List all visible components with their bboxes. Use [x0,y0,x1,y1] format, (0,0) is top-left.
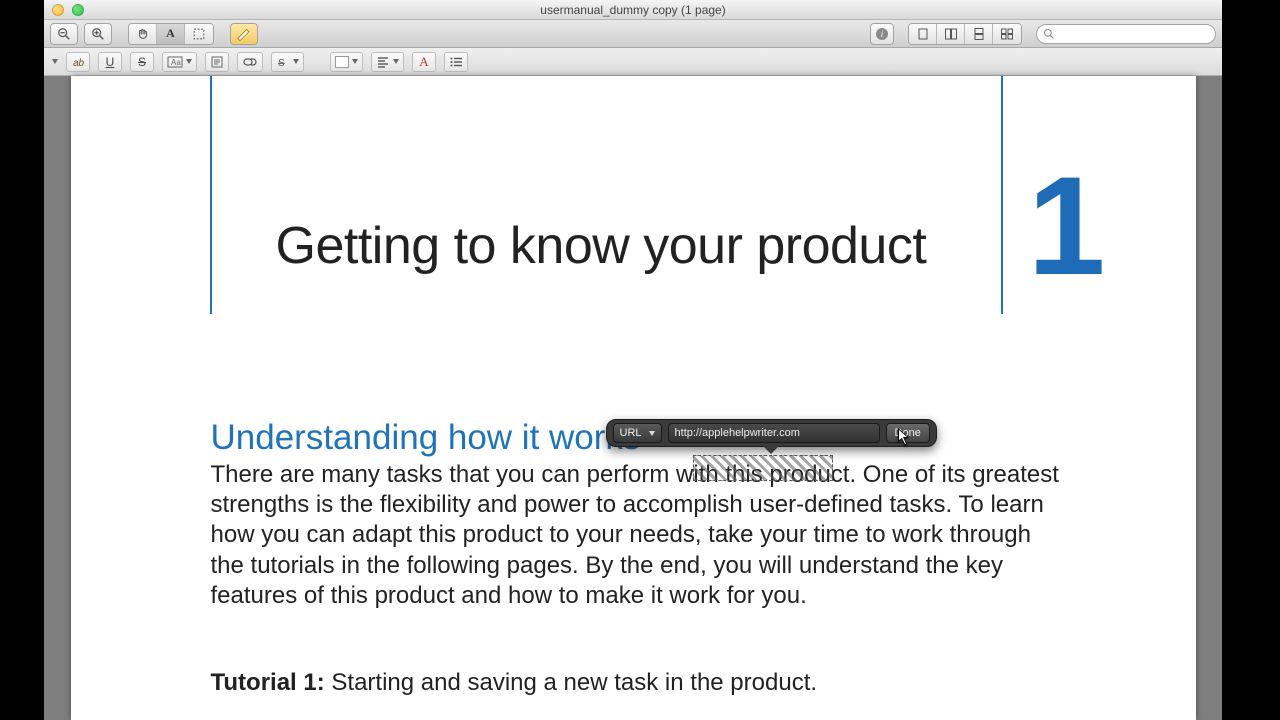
view-continuous[interactable] [965,24,993,44]
chevron-down-icon [186,59,192,64]
strike-button[interactable]: S [130,52,154,72]
format-toolbar: ab U S Aa S A [44,48,1222,76]
underline-button[interactable]: U [98,52,122,72]
tool-mode-segment[interactable]: A [128,23,214,45]
list-button[interactable] [444,52,468,72]
magnifier-minus-icon [57,27,71,41]
search-input[interactable] [1059,28,1209,40]
zoom-in-button[interactable] [84,23,112,45]
link-popover: URL Done [606,419,937,447]
magnifier-plus-icon [91,27,105,41]
body-paragraph: There are many tasks that you can perfor… [211,460,1071,611]
document-title: usermanual_dummy copy (1 page) [44,3,1222,17]
view-mode-segment[interactable] [908,23,1022,45]
search-field[interactable] [1036,24,1216,44]
info-icon: i [875,27,889,41]
font-button[interactable]: A [412,52,436,72]
margin-rule-right [1001,76,1003,314]
tutorial-line: Tutorial 1: Starting and saving a new ta… [211,669,818,697]
section-title: Understanding how it works [211,418,641,458]
text-direction-button[interactable]: Aa [162,52,197,72]
svg-text:ab: ab [73,58,85,68]
chevron-down-icon [393,59,399,64]
chevron-down-icon [293,59,299,64]
svg-text:S: S [278,58,285,68]
app-window: usermanual_dummy copy (1 page) A i [44,0,1222,720]
document-canvas[interactable]: 1 Getting to know your product Understan… [44,76,1222,720]
hand-icon [136,27,150,41]
link-type-dropdown[interactable]: URL [613,423,662,443]
search-icon [1043,28,1055,40]
main-toolbar: A i [44,20,1222,48]
thumbs-icon [1000,28,1014,40]
document-page[interactable]: 1 Getting to know your product Understan… [71,76,1196,720]
body-text-pre: There are many tasks that you can perfor… [211,461,726,488]
view-single[interactable] [909,24,937,44]
view-thumbnails[interactable] [993,24,1021,44]
strike-s-icon: S [138,55,146,69]
tutorial-text: Starting and saving a new task in the pr… [325,669,817,696]
marquee-icon [192,27,206,41]
link-icon [242,57,258,67]
margin-rule-left [210,76,212,314]
align-button[interactable] [371,52,404,72]
letter-a-icon: A [166,26,175,41]
italic-button[interactable]: ab [66,52,90,72]
note-button[interactable] [205,52,229,72]
highlight-button[interactable] [230,23,258,45]
chevron-down-icon [649,431,655,436]
color-chip-icon [335,56,349,68]
hand-tool[interactable] [129,24,157,44]
link-button[interactable] [237,52,263,72]
align-icon [376,56,390,68]
strike-icon: S [276,56,290,68]
marquee-tool[interactable] [185,24,213,44]
underline-u-icon: U [106,55,115,69]
note-icon [211,56,223,68]
link-url-input[interactable] [668,423,880,443]
link-selection-overlay [693,455,833,481]
info-button[interactable]: i [870,23,894,45]
dropdown-caret-icon[interactable] [52,59,58,64]
chapter-number: 1 [1028,156,1106,296]
text-tool[interactable]: A [157,24,185,44]
chevron-down-icon [352,59,358,64]
link-done-button[interactable]: Done [886,423,930,443]
page-single-icon [916,28,930,40]
text-color-button[interactable] [330,52,363,72]
link-type-label: URL [620,427,642,439]
tutorial-label: Tutorial 1: [211,669,325,696]
page-cont-icon [972,28,986,40]
page-two-icon [944,28,958,40]
baseline-button[interactable]: S [271,52,304,72]
textbox-icon: Aa [167,56,183,68]
zoom-out-button[interactable] [50,23,78,45]
titlebar: usermanual_dummy copy (1 page) [44,0,1222,20]
chapter-title: Getting to know your product [276,216,927,276]
letter-a-red-icon: A [419,54,428,70]
list-icon [449,56,463,68]
italic-ab-icon: ab [71,56,85,68]
pencil-icon [236,27,252,41]
view-two-col[interactable] [937,24,965,44]
svg-text:Aa: Aa [171,58,181,67]
